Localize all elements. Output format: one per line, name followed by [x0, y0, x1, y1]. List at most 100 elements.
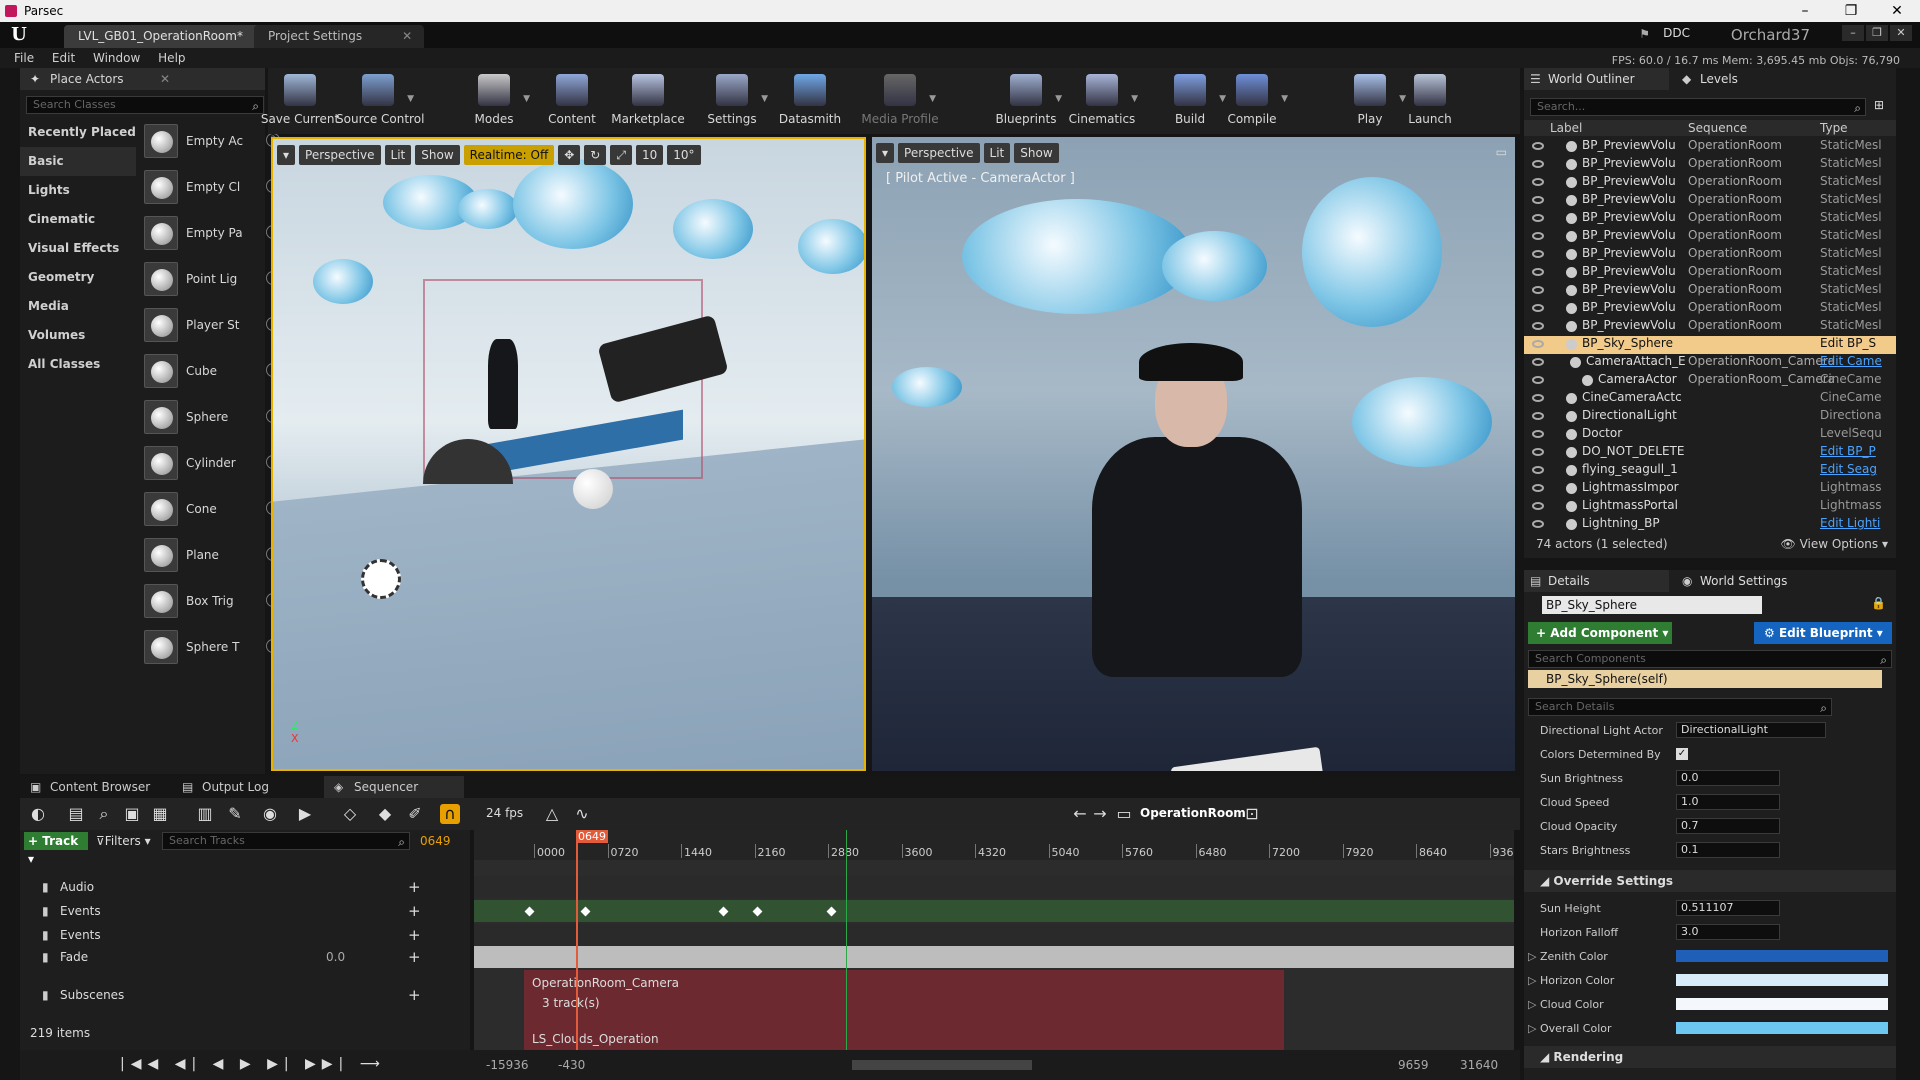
- outliner-row[interactable]: DO_NOT_DELETE Edit BP_P: [1524, 444, 1896, 462]
- tab-levels[interactable]: ◆ Levels: [1676, 68, 1806, 90]
- tab-world-outliner[interactable]: ☰ World Outliner: [1524, 68, 1669, 90]
- expand-icon[interactable]: ▷: [1528, 1022, 1536, 1035]
- camera-icon[interactable]: ▣: [122, 804, 142, 824]
- show-button[interactable]: Show: [415, 145, 460, 165]
- outliner-row[interactable]: CameraAttach_E OperationRoom_Camera Edit C…: [1524, 354, 1896, 372]
- add-icon[interactable]: +: [408, 902, 421, 920]
- visibility-eye-icon[interactable]: [1532, 466, 1544, 474]
- category-visual-effects[interactable]: Visual Effects: [20, 234, 136, 263]
- property-value-input[interactable]: 0.0: [1676, 770, 1780, 786]
- col-type[interactable]: Type: [1820, 121, 1848, 135]
- row-type[interactable]: Edit Lighti: [1820, 516, 1892, 530]
- settings-button[interactable]: Settings ▼: [707, 68, 768, 134]
- cinematics-button[interactable]: Cinematics ▼: [1069, 68, 1138, 134]
- search-tracks-input[interactable]: Search Tracks ⌕: [162, 832, 410, 850]
- tab-project-settings[interactable]: Project Settings ✕: [254, 25, 425, 48]
- feedback-icon[interactable]: ⚑: [1639, 27, 1650, 41]
- current-frame-field[interactable]: 0649: [420, 834, 451, 848]
- snap-icon[interactable]: ∩: [440, 804, 460, 824]
- minimize-button[interactable]: –: [1782, 0, 1828, 22]
- transport-controls[interactable]: |◀◀ ◀| ◀ ▶ ▶| ▶▶| ⟶: [120, 1056, 386, 1072]
- maximize-button[interactable]: ❐: [1828, 0, 1874, 22]
- dropdown-icon[interactable]: ▼: [407, 94, 414, 104]
- add-folder-icon[interactable]: ⊞: [1874, 98, 1884, 112]
- visibility-eye-icon[interactable]: [1532, 340, 1544, 348]
- category-all-classes[interactable]: All Classes: [20, 350, 136, 379]
- edit-blueprint-button[interactable]: ⚙ Edit Blueprint ▾: [1754, 622, 1892, 644]
- actor-item[interactable]: Point Lig?: [142, 258, 280, 304]
- dropdown-icon[interactable]: ▼: [929, 94, 936, 104]
- fps-select[interactable]: 24 fps: [486, 806, 523, 820]
- component-self-row[interactable]: BP_Sky_Sphere(self): [1528, 670, 1882, 688]
- back-icon[interactable]: ←: [1070, 804, 1090, 824]
- outliner-search-input[interactable]: Search... ⌕: [1530, 98, 1866, 116]
- visibility-eye-icon[interactable]: [1532, 250, 1544, 258]
- expand-icon[interactable]: ▷: [1528, 974, 1536, 987]
- lit-button[interactable]: Lit: [983, 143, 1011, 163]
- row-type[interactable]: Edit BP_S: [1820, 336, 1892, 350]
- play-button[interactable]: Play ▼: [1348, 68, 1406, 134]
- outliner-row[interactable]: BP_PreviewVolu OperationRoom StaticMesl: [1524, 174, 1896, 192]
- view-options-button[interactable]: 👁 View Options ▾: [1781, 537, 1889, 551]
- curve-editor-icon[interactable]: ∿: [572, 804, 592, 824]
- track-row[interactable]: ▮ Subscenes +: [20, 984, 470, 1006]
- actor-item[interactable]: Box Trig?: [142, 580, 280, 626]
- camera-lock-icon[interactable]: ◐: [28, 804, 48, 824]
- color-swatch[interactable]: [1676, 950, 1888, 962]
- viewport-options-button[interactable]: ▾: [876, 143, 895, 163]
- add-icon[interactable]: +: [408, 926, 421, 944]
- compile-button[interactable]: Compile ▼: [1227, 68, 1288, 134]
- launch-button[interactable]: Launch: [1408, 68, 1452, 134]
- actor-item[interactable]: Sphere T?: [142, 626, 280, 672]
- add-icon[interactable]: +: [408, 986, 421, 1004]
- marketplace-button[interactable]: Marketplace: [611, 68, 685, 134]
- category-cinematic[interactable]: Cinematic: [20, 205, 136, 234]
- tab-sequencer[interactable]: ◈ Sequencer: [324, 776, 464, 798]
- actor-item[interactable]: Empty Ac?: [142, 120, 280, 166]
- add-key-icon[interactable]: ◆: [375, 804, 395, 824]
- pilot-viewport[interactable]: ▾ Perspective Lit Show [ Pilot Active - …: [872, 137, 1515, 771]
- perspective-button[interactable]: Perspective: [898, 143, 980, 163]
- add-icon[interactable]: +: [408, 948, 421, 966]
- outliner-row[interactable]: BP_PreviewVolu OperationRoom StaticMesl: [1524, 192, 1896, 210]
- add-icon[interactable]: +: [408, 878, 421, 896]
- build-button[interactable]: Build ▼: [1168, 68, 1226, 134]
- outliner-row[interactable]: BP_PreviewVolu OperationRoom StaticMesl: [1524, 210, 1896, 228]
- outliner-row[interactable]: DirectionalLight Directiona: [1524, 408, 1896, 426]
- property-value-input[interactable]: 0.511107: [1676, 900, 1780, 916]
- row-type[interactable]: Edit Came: [1820, 354, 1892, 368]
- visibility-eye-icon[interactable]: [1532, 448, 1544, 456]
- property-value-input[interactable]: 0.1: [1676, 842, 1780, 858]
- maximize-viewport-icon[interactable]: ▭: [1496, 145, 1507, 159]
- search-components-input[interactable]: Search Components ⌕: [1528, 650, 1892, 668]
- track-row[interactable]: ▮ Events +: [20, 924, 470, 946]
- outliner-row[interactable]: BP_PreviewVolu OperationRoom StaticMesl: [1524, 138, 1896, 156]
- track-value[interactable]: 0.0: [326, 950, 345, 964]
- tab-output-log[interactable]: ▤ Output Log: [172, 776, 317, 798]
- search-classes-input[interactable]: Search Classes ⌕: [26, 96, 264, 114]
- lock-icon[interactable]: ⊡: [1242, 804, 1262, 824]
- lit-button[interactable]: Lit: [384, 145, 412, 165]
- add-component-button[interactable]: + Add Component ▾: [1528, 622, 1672, 644]
- tab-level[interactable]: LVL_GB01_OperationRoom*✕: [64, 25, 280, 48]
- tab-details[interactable]: ▤ Details: [1524, 570, 1669, 592]
- outliner-row[interactable]: BP_PreviewVolu OperationRoom StaticMesl: [1524, 228, 1896, 246]
- dropdown-icon[interactable]: ▼: [1131, 94, 1138, 104]
- menu-file[interactable]: File: [14, 51, 34, 65]
- tab-place-actors[interactable]: ✦ Place Actors ✕: [20, 68, 265, 90]
- menu-window[interactable]: Window: [93, 51, 140, 65]
- tool-icon[interactable]: ✎: [225, 804, 245, 824]
- range-in[interactable]: -430: [558, 1058, 585, 1072]
- visibility-eye-icon[interactable]: [1532, 232, 1544, 240]
- visibility-eye-icon[interactable]: [1532, 268, 1544, 276]
- category-lights[interactable]: Lights: [20, 176, 136, 205]
- dropdown-icon[interactable]: ▼: [523, 94, 530, 104]
- timeline-scrollbar[interactable]: [852, 1060, 1032, 1070]
- visibility-eye-icon[interactable]: [1532, 142, 1544, 150]
- visibility-eye-icon[interactable]: [1532, 178, 1544, 186]
- range-start[interactable]: -15936: [486, 1058, 529, 1072]
- play-icon[interactable]: ▶: [295, 804, 315, 824]
- outliner-row[interactable]: LightmassImpor Lightmass: [1524, 480, 1896, 498]
- category-volumes[interactable]: Volumes: [20, 321, 136, 350]
- visibility-eye-icon[interactable]: [1532, 214, 1544, 222]
